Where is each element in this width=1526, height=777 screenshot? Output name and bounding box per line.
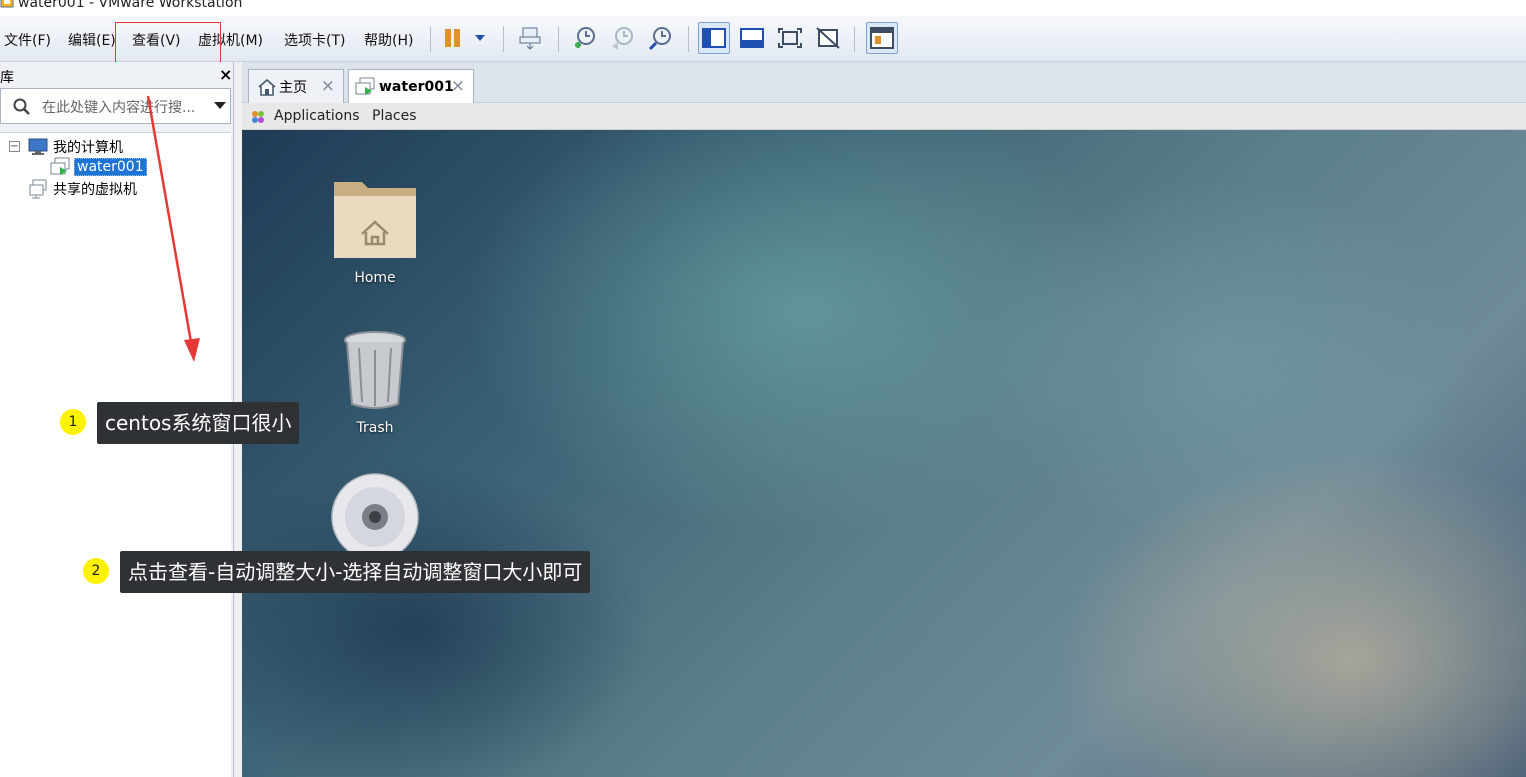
desktop-icon-label: Trash [356,420,394,436]
tab-water001[interactable]: water001 × [348,69,474,103]
search-input[interactable]: 在此处键入内容进行搜... [42,97,210,117]
toolbar-separator [688,26,689,52]
thumbnail-bar-icon [740,28,764,48]
callout-number: 2 [83,558,109,584]
snapshot-take-icon [575,27,595,48]
computer-icon [28,138,48,155]
guest-desktop: Home Trash [242,130,1526,777]
library-close-button[interactable]: × [219,65,232,84]
tab-label: 主页 [279,79,307,96]
menu-edit[interactable]: 编辑(E) [68,30,116,50]
library-title: 库 [0,70,14,86]
toolbar-separator [430,26,431,52]
menu-toolbar: 文件(F) 编辑(E) 查看(V) 虚拟机(M) 选项卡(T) 帮助(H) [0,16,1526,72]
snapshot-manager-icon [648,27,671,51]
toolbar-separator [503,26,504,52]
pause-dropdown-button[interactable] [468,22,492,54]
pause-icon [445,29,460,47]
tree-item-vm[interactable]: water001 [50,157,147,177]
guest-top-bar: Applications Places [242,103,1526,130]
chevron-down-icon [475,35,485,41]
snapshot-revert-button[interactable] [606,22,638,54]
console-view-icon [870,27,894,49]
toolbar-separator [854,26,855,52]
title-bar: water001 - VMware Workstation [0,0,1526,16]
tab-label: water001 [379,78,454,95]
show-library-button[interactable] [698,22,730,54]
vm-running-icon [50,157,70,175]
tree-label-selected: water001 [74,158,147,176]
collapse-toggle[interactable]: − [9,141,20,152]
desktop-icon-trash[interactable]: Trash [320,330,430,436]
console-view-button[interactable] [866,22,898,54]
shared-vm-icon [29,179,47,199]
unity-icon [816,27,840,49]
snapshot-take-button[interactable] [568,22,600,54]
menu-file[interactable]: 文件(F) [4,30,51,50]
toolbar-separator [558,26,559,52]
vmware-icon [0,0,14,8]
send-ctrl-alt-del-icon [519,27,541,50]
menu-tabs[interactable]: 选项卡(T) [284,30,345,50]
tree-item-my-computer[interactable]: 我的计算机 [28,137,123,157]
vm-workspace: 主页 × water001 × Applications Places Home… [242,62,1526,777]
menu-help[interactable]: 帮助(H) [364,30,413,50]
library-search[interactable]: 在此处键入内容进行搜... [0,88,231,124]
trash-icon [344,331,406,409]
tree-label: 我的计算机 [53,140,123,156]
callout-number: 1 [60,409,86,435]
desktop-icon-label: Home [354,270,396,286]
snapshot-revert-icon [612,27,633,50]
tab-home[interactable]: 主页 × [248,69,344,103]
desktop-icon-home[interactable]: Home [320,176,430,286]
tree-label: 共享的虚拟机 [53,182,137,198]
vm-running-icon [355,77,375,95]
unity-button[interactable] [812,22,844,54]
full-screen-button[interactable] [774,22,806,54]
show-library-icon [702,28,726,48]
library-tree: − 我的计算机 water001 共享的虚拟机 [0,132,231,777]
callout-text: centos系统窗口很小 [97,402,300,444]
home-icon [258,78,276,96]
search-icon [13,98,30,115]
tab-close-button[interactable]: × [321,76,335,96]
full-screen-icon [778,28,802,48]
callout-text: 点击查看-自动调整大小-选择自动调整窗口大小即可 [120,551,591,593]
places-menu[interactable]: Places [372,108,417,124]
applications-menu[interactable]: Applications [274,108,360,124]
search-dropdown-icon[interactable] [214,102,226,109]
window-title: water001 - VMware Workstation [18,0,243,11]
cdrom-icon [331,473,419,561]
send-ctrl-alt-del-button[interactable] [514,22,546,54]
applications-icon [252,111,264,123]
snapshot-manager-button[interactable] [644,22,676,54]
tab-close-button[interactable]: × [451,76,465,96]
tab-bar: 主页 × water001 × [242,62,1526,103]
thumbnail-bar-button[interactable] [736,22,768,54]
tree-item-shared-vms[interactable]: 共享的虚拟机 [28,179,137,199]
home-folder-icon [334,182,416,258]
